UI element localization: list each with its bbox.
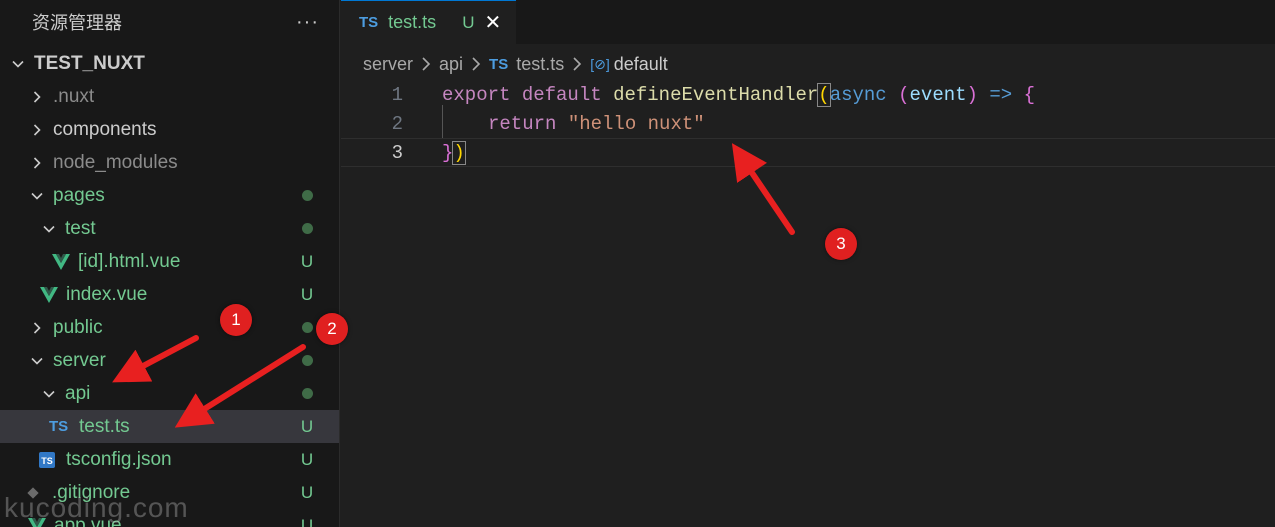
tab-untracked-badge: U	[462, 12, 475, 32]
git-status-dot	[300, 219, 314, 239]
line-number: 1	[391, 83, 403, 106]
annotation-badge-1: 1	[220, 304, 252, 336]
git-status-dot	[300, 186, 314, 206]
tab-bar: TS test.ts U ✕	[341, 0, 1275, 44]
breadcrumb: server api TS test.ts [⊘] default	[341, 44, 1275, 84]
chevron-right-icon	[27, 90, 47, 104]
tree-item-nuxt[interactable]: .nuxt	[0, 80, 339, 113]
more-actions-icon[interactable]: ···	[296, 11, 319, 34]
explorer-sidebar: 资源管理器 ··· TEST_NUXT .nuxt components nod…	[0, 0, 340, 527]
tree-item-label: components	[53, 118, 157, 140]
editor-area: TS test.ts U ✕ server api TS test.ts [⊘]…	[341, 0, 1275, 527]
tree-item-api[interactable]: api	[0, 377, 339, 410]
chevron-right-icon	[572, 57, 582, 71]
code-text: })	[442, 140, 466, 165]
annotation-badge-2: 2	[316, 313, 348, 345]
chevron-down-icon	[39, 222, 59, 236]
git-status-dot	[300, 384, 314, 404]
tree-item-label: [id].html.vue	[78, 250, 181, 272]
git-status-untracked: U	[300, 416, 314, 436]
project-root[interactable]: TEST_NUXT	[0, 47, 339, 80]
line-number: 3	[391, 141, 403, 164]
tree-item-label: .nuxt	[53, 85, 95, 107]
explorer-title: 资源管理器	[32, 13, 122, 33]
code-line-2: 2 return "hello nuxt"	[341, 105, 1275, 138]
watermark: kucoding.com	[4, 492, 189, 523]
indent-guide	[442, 105, 443, 138]
tree-item-label: test.ts	[79, 415, 130, 437]
git-status-untracked: U	[300, 482, 314, 502]
project-name: TEST_NUXT	[34, 52, 145, 74]
typescript-icon: TS	[489, 55, 509, 73]
tree-item-label: node_modules	[53, 151, 178, 173]
git-status-untracked: U	[300, 515, 314, 527]
annotation-badge-3: 3	[825, 228, 857, 260]
breadcrumb-test-ts[interactable]: test.ts	[516, 54, 564, 75]
tab-test-ts[interactable]: TS test.ts U ✕	[341, 0, 516, 44]
explorer-header: 资源管理器 ···	[0, 0, 339, 44]
chevron-down-icon	[27, 189, 47, 203]
tree-item-label: server	[53, 349, 106, 371]
chevron-down-icon	[39, 387, 59, 401]
chevron-right-icon	[27, 321, 47, 335]
tree-item-label: api	[65, 382, 91, 404]
chevron-right-icon	[27, 156, 47, 170]
tree-item-test-ts[interactable]: TS test.ts U	[0, 410, 339, 443]
vue-icon	[40, 286, 62, 303]
vue-icon	[52, 253, 74, 270]
chevron-right-icon	[471, 57, 481, 71]
line-number: 2	[391, 112, 403, 135]
chevron-down-icon	[8, 57, 28, 71]
tree-item-id-html-vue[interactable]: [id].html.vue U	[0, 245, 339, 278]
tree-item-label: tsconfig.json	[66, 448, 172, 470]
chevron-down-icon	[27, 354, 47, 368]
typescript-icon: TS	[359, 14, 379, 31]
tree-item-label: index.vue	[66, 283, 148, 305]
symbol-variable-icon: [⊘]	[590, 55, 610, 72]
tree-item-label: public	[53, 316, 103, 338]
tree-item-public[interactable]: public	[0, 311, 339, 344]
tree-item-server[interactable]: server	[0, 344, 339, 377]
breadcrumb-default[interactable]: default	[614, 54, 668, 75]
code-line-1: 1 export default defineEventHandler(asyn…	[341, 80, 1275, 109]
typescript-icon: TS	[49, 418, 69, 435]
git-status-dot	[300, 318, 314, 338]
file-tree: TEST_NUXT .nuxt components node_modules …	[0, 47, 339, 527]
git-status-untracked: U	[300, 284, 314, 304]
tree-item-pages[interactable]: pages	[0, 179, 339, 212]
svg-text:TS: TS	[41, 456, 53, 466]
code-text: return "hello nuxt"	[488, 112, 705, 135]
tab-label: test.ts	[388, 12, 437, 32]
tree-item-label: test	[65, 217, 96, 239]
tree-item-components[interactable]: components	[0, 113, 339, 146]
git-status-dot	[300, 351, 314, 371]
git-status-untracked: U	[300, 251, 314, 271]
tree-item-tsconfig-json[interactable]: TS tsconfig.json U	[0, 443, 339, 476]
close-icon[interactable]: ✕	[484, 10, 501, 35]
tree-item-index-vue[interactable]: index.vue U	[0, 278, 339, 311]
code-line-3: 3 })	[341, 138, 1275, 167]
breadcrumb-api[interactable]: api	[439, 54, 463, 75]
chevron-right-icon	[27, 123, 47, 137]
tsconfig-icon: TS	[38, 451, 58, 469]
breadcrumb-server[interactable]: server	[363, 54, 413, 75]
tree-item-label: pages	[53, 184, 105, 206]
tree-item-test[interactable]: test	[0, 212, 339, 245]
chevron-right-icon	[421, 57, 431, 71]
code-text: export default defineEventHandler(async …	[442, 82, 1035, 107]
code-editor[interactable]: 1 export default defineEventHandler(asyn…	[341, 80, 1275, 167]
tree-item-node-modules[interactable]: node_modules	[0, 146, 339, 179]
git-status-untracked: U	[300, 449, 314, 469]
